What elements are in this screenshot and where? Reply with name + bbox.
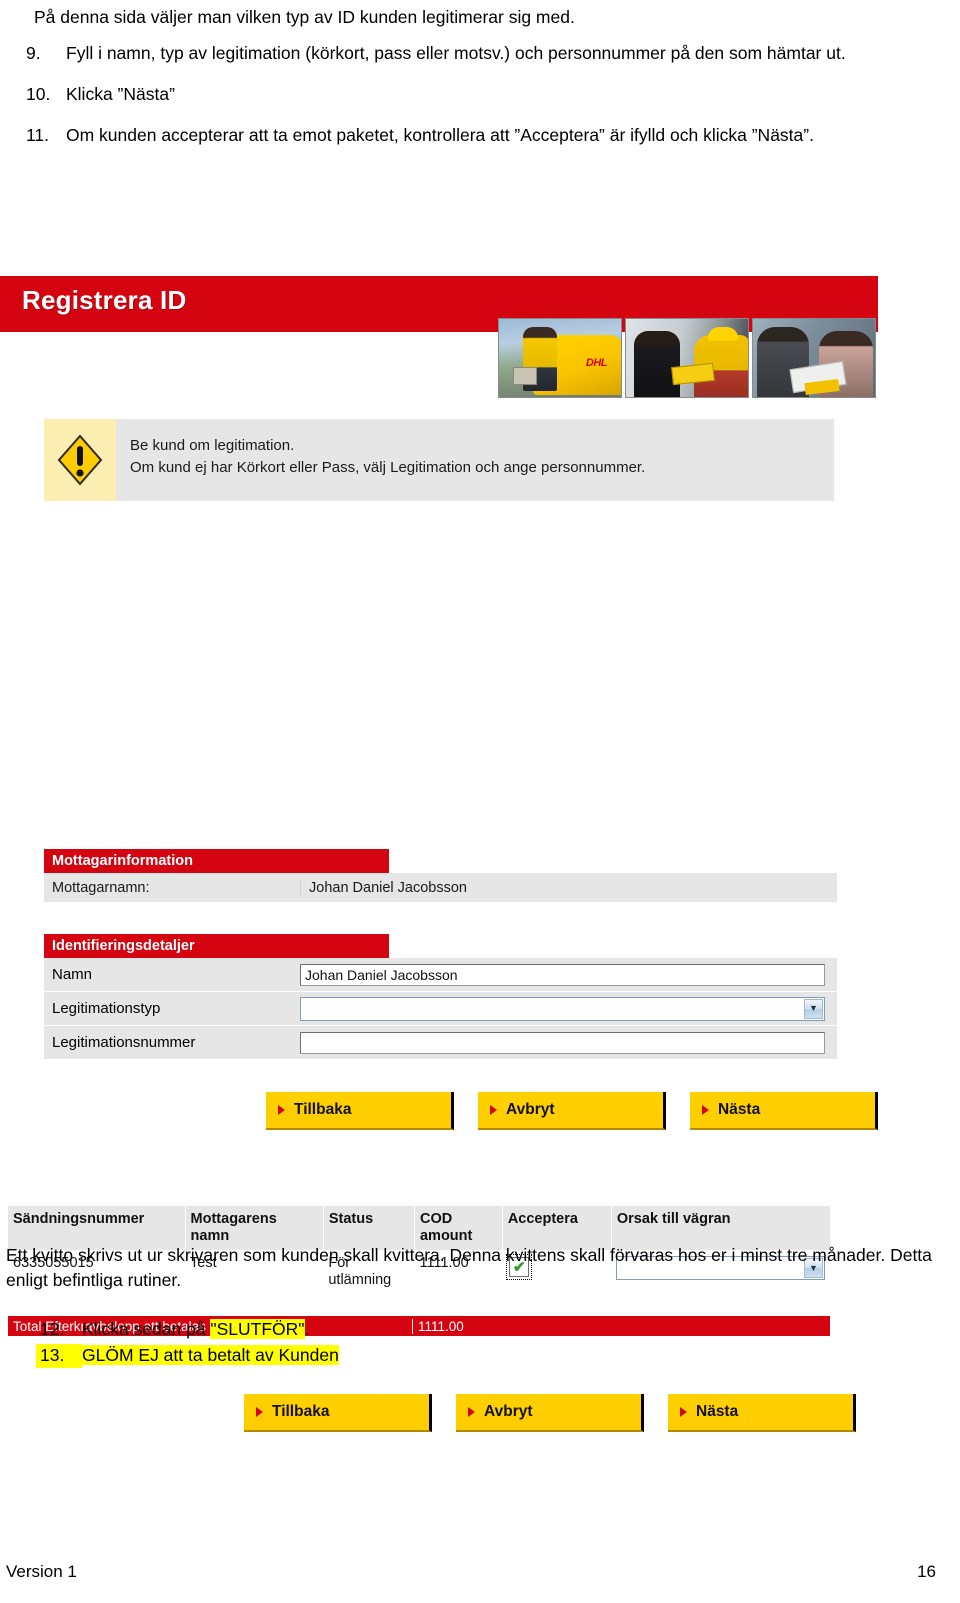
app-screenshot-figure: Registrera ID Be kund om legitimation. O… [0,276,890,1432]
nasta-button-bottom[interactable]: Nästa [668,1394,856,1432]
banner-photo-strip [498,318,876,398]
page-footer: Version 1 16 [6,1562,936,1582]
footer-page-number: 16 [917,1562,936,1581]
footer-version: Version 1 [6,1562,77,1581]
field-row-namn: Namn Johan Daniel Jacobsson [44,958,837,992]
tillbaka-button-label: Tillbaka [272,1403,330,1420]
intro-paragraph: På denna sida väljer man vilken typ av I… [34,7,575,27]
tillbaka-button-top[interactable]: Tillbaka [266,1092,454,1130]
app-title: Registrera ID [22,285,187,315]
namn-label: Namn [52,966,93,983]
button-row-top: Tillbaka Avbryt Nästa [266,1092,878,1130]
namn-input[interactable]: Johan Daniel Jacobsson [300,963,825,986]
list-item-text: Om kunden accepterar att ta emot paketet… [66,124,814,145]
recipient-name-row: Mottagarnamn: Johan Daniel Jacobsson [44,873,837,902]
button-row-bottom: Tillbaka Avbryt Nästa [244,1394,856,1432]
nasta-button-label: Nästa [696,1403,739,1420]
list-item: 10. Klicka ”Nästa” [22,83,922,107]
list-item-number: 12. [40,1319,65,1339]
arrow-right-icon [490,1105,497,1115]
section-header-recipient: Mottagarinformation [44,849,389,873]
tillbaka-button-bottom[interactable]: Tillbaka [244,1394,432,1432]
section-header-identification: Identifieringsdetaljer [44,934,389,958]
legitimationstyp-select[interactable]: ▼ [300,996,825,1021]
recipient-information-block: Mottagarinformation Mottagarnamn: Johan … [44,849,837,902]
tillbaka-button-label: Tillbaka [294,1101,352,1118]
warning-icon-cell [44,419,116,501]
photo-customers-document-icon [752,318,876,398]
avbryt-button-bottom[interactable]: Avbryt [456,1394,644,1432]
warning-line-2: Om kund ej har Körkort eller Pass, välj … [130,458,646,476]
list-item-number: 10. [26,83,51,104]
identification-details-block: Identifieringsdetaljer Namn Johan Daniel… [44,934,837,1059]
list-item: 11. Om kunden accepterar att ta emot pak… [22,124,922,148]
list-item-text: Klicka sedan på "SLUTFÖR". [82,1318,936,1342]
photo-courier-van-icon [498,318,622,398]
arrow-right-icon [468,1407,475,1417]
recipient-name-value: Johan Daniel Jacobsson [300,879,837,896]
warning-line-1: Be kund om legitimation. [130,437,295,454]
list-item-text: GLÖM EJ att ta betalt av Kunden [82,1344,936,1368]
arrow-right-icon [702,1105,709,1115]
avbryt-button-label: Avbryt [506,1101,555,1118]
legitimationstyp-field-cell: ▼ [300,996,837,1021]
list-item-number: 9. [26,43,41,63]
namn-field-cell: Johan Daniel Jacobsson [300,963,837,986]
avbryt-button-top[interactable]: Avbryt [478,1092,666,1130]
arrow-right-icon [256,1407,263,1417]
legitimationsnummer-input[interactable] [300,1031,825,1054]
list-item: 13. GLÖM EJ att ta betalt av Kunden [36,1343,936,1368]
step12-post: . [304,1319,310,1339]
nasta-button-top[interactable]: Nästa [690,1092,878,1130]
field-row-legitimationstyp: Legitimationstyp ▼ [44,992,837,1026]
instruction-list-bottom: 12. Klicka sedan på "SLUTFÖR". 13. GLÖM … [36,1318,936,1370]
chevron-down-icon[interactable]: ▼ [804,998,823,1019]
list-item-text: Fyll i namn, typ av legitimation (körkor… [66,43,846,63]
arrow-right-icon [680,1407,687,1417]
warning-text: Be kund om legitimation. Om kund ej har … [116,419,834,501]
list-item: 9. Fyll i namn, typ av legitimation (kör… [22,42,922,66]
arrow-right-icon [278,1105,285,1115]
list-item: 12. Klicka sedan på "SLUTFÖR". [36,1318,936,1342]
avbryt-button-label: Avbryt [484,1403,533,1420]
instruction-list-top: 9. Fyll i namn, typ av legitimation (kör… [22,42,922,164]
recipient-name-label: Mottagarnamn: [52,879,150,896]
step12-highlight: "SLUTFÖR" [210,1319,305,1339]
outro-paragraph: Ett kvitto skrivs ut ur skrivaren som ku… [6,1245,932,1290]
legitimationsnummer-label: Legitimationsnummer [52,1034,196,1051]
photo-parcel-handover-icon [625,318,749,398]
list-item-number: 11. [26,124,50,145]
nasta-button-label: Nästa [718,1101,761,1118]
warning-panel: Be kund om legitimation. Om kund ej har … [44,419,834,501]
warning-exclamation-icon [57,434,103,486]
legitimationsnummer-field-cell [300,1031,837,1054]
step12-pre: Klicka sedan på [82,1319,211,1339]
field-row-legitimationsnummer: Legitimationsnummer [44,1026,837,1059]
legitimationstyp-label: Legitimationstyp [52,1000,161,1017]
step13-highlight: GLÖM EJ att ta betalt av Kunden [82,1344,339,1365]
list-item-text: Klicka ”Nästa” [66,83,175,104]
list-item-number: 13. [36,1343,82,1368]
